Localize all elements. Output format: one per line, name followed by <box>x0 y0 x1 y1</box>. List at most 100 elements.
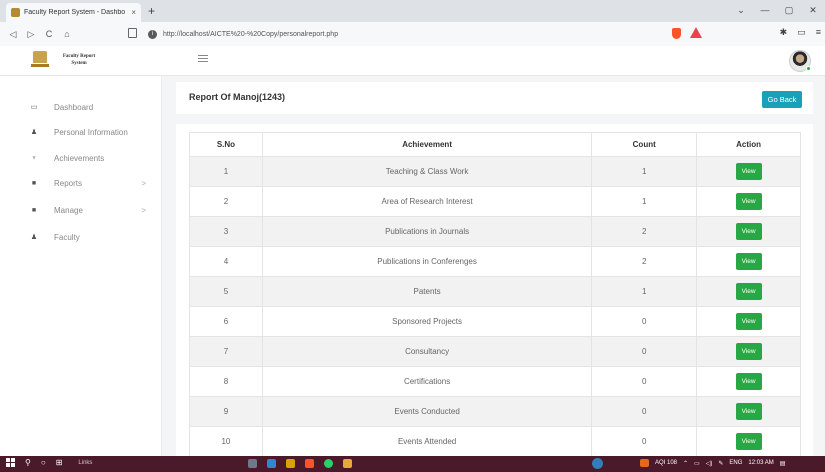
cell-achievement: Publications in Conferenges <box>261 246 593 277</box>
column-header-count: Count <box>591 132 698 157</box>
online-status-icon <box>806 66 811 71</box>
cell-action: View <box>696 426 801 457</box>
aqi-reading[interactable]: AQI 108 <box>655 460 677 466</box>
go-back-button[interactable]: Go Back <box>762 91 802 108</box>
chevron-right-icon: > <box>141 205 146 215</box>
cell-count: 2 <box>591 216 698 247</box>
menu-icon[interactable]: ≡ <box>816 27 821 38</box>
app-icon[interactable] <box>343 459 352 468</box>
rewards-icon[interactable] <box>690 27 702 38</box>
volume-icon[interactable]: ◁) <box>706 460 713 467</box>
table-row: 4 Publications in Conferenges 2 View <box>189 246 801 277</box>
clock[interactable]: 12:03 AM <box>748 460 773 466</box>
view-button[interactable]: View <box>735 403 762 420</box>
cell-achievement: Events Attended <box>261 426 593 457</box>
cortana-icon[interactable]: ○ <box>41 458 46 467</box>
language-indicator[interactable]: ENG <box>729 460 742 466</box>
cell-sno: 6 <box>189 306 263 337</box>
whatsapp-icon[interactable] <box>324 459 333 468</box>
reload-button[interactable]: C <box>40 29 58 39</box>
cell-achievement: Events Conducted <box>261 396 593 427</box>
sidebar-item-manage[interactable]: ■ Manage > <box>30 203 156 217</box>
view-button[interactable]: View <box>735 343 762 360</box>
folder-icon[interactable] <box>286 459 295 468</box>
sidebar-item-reports[interactable]: ■ Reports > <box>30 176 156 190</box>
achievements-table: S.No Achievement Count Action 1 Teaching… <box>189 132 801 457</box>
view-button[interactable]: View <box>735 373 762 390</box>
cell-achievement: Patents <box>261 276 593 307</box>
brand-name: Faculty Report System <box>62 54 96 66</box>
cell-action: View <box>696 336 801 367</box>
favicon-icon <box>11 8 20 17</box>
site-info-icon[interactable]: i <box>148 29 157 39</box>
view-button[interactable]: View <box>735 283 762 300</box>
search-icon[interactable]: ⚲ <box>25 458 31 467</box>
cell-count: 0 <box>591 366 698 397</box>
sidebar-item-label: Manage <box>54 205 83 215</box>
app-root: Faculty Report System ▭ Dashboard ♟ Pers… <box>0 46 825 464</box>
address-bar[interactable]: i http://localhost/AICTE%20-%20Copy/pers… <box>148 25 688 43</box>
cell-action: View <box>696 216 801 247</box>
notifications-icon[interactable]: ▤ <box>780 460 786 467</box>
close-window-button[interactable]: ✕ <box>801 0 825 20</box>
back-button[interactable]: ◁ <box>4 29 22 40</box>
view-button[interactable]: View <box>735 433 762 450</box>
tray-chevron-icon[interactable]: ⌃ <box>683 460 688 467</box>
maximize-button[interactable]: ▢ <box>777 0 801 20</box>
view-button[interactable]: View <box>735 163 762 180</box>
view-button[interactable]: View <box>735 253 762 270</box>
browser-navbar: ◁ ▷ C ⌂ i http://localhost/AICTE%20-%20C… <box>0 22 825 46</box>
view-button[interactable]: View <box>735 193 762 210</box>
extensions-icon[interactable]: ✱ <box>780 27 788 38</box>
column-header-action: Action <box>696 132 801 157</box>
windows-start-icon[interactable] <box>6 458 15 467</box>
sidebar-item-achievements[interactable]: ♆ Achievements <box>30 151 156 165</box>
task-view-icon[interactable]: ⊞ <box>56 458 63 467</box>
sidebar-item-label: Achievements <box>54 153 105 163</box>
cell-action: View <box>696 396 801 427</box>
browser-toolbar-right: ✱ ▭ ≡ <box>780 27 821 38</box>
tab-close-icon[interactable]: × <box>131 8 136 17</box>
cell-achievement: Area of Research Interest <box>261 186 593 217</box>
home-button[interactable]: ⌂ <box>58 29 76 39</box>
links-toolbar[interactable]: Links <box>78 460 92 466</box>
user-icon: ♟ <box>30 129 38 136</box>
report-header-card: Report Of Manoj(1243) Go Back <box>176 82 813 114</box>
sidebar-item-label: Personal Information <box>54 127 128 137</box>
trophy-icon: ♆ <box>31 154 37 162</box>
cell-achievement: Certifications <box>261 366 593 397</box>
network-icon[interactable]: ▭ <box>694 460 700 467</box>
user-icon: ♟ <box>30 234 38 241</box>
browser-globe-icon[interactable] <box>592 458 603 469</box>
cell-action: View <box>696 276 801 307</box>
cell-sno: 7 <box>189 336 263 367</box>
pen-icon[interactable]: ✎ <box>718 460 723 467</box>
hamburger-menu-icon[interactable] <box>198 55 208 64</box>
view-button[interactable]: View <box>735 313 762 330</box>
cell-action: View <box>696 246 801 277</box>
forward-button[interactable]: ▷ <box>22 29 40 40</box>
sidebar-item-faculty[interactable]: ♟ Faculty <box>30 230 156 244</box>
tab-search-icon[interactable]: ⌄ <box>729 0 753 20</box>
browser-tab[interactable]: Faculty Report System - Dashbo × <box>6 3 141 22</box>
browser-tabstrip: Faculty Report System - Dashbo × + ⌄ — ▢… <box>0 0 825 22</box>
sidebar-toggle-icon[interactable]: ▭ <box>797 27 806 38</box>
app-icon[interactable] <box>267 459 276 468</box>
table-row: 7 Consultancy 0 View <box>189 336 801 367</box>
view-button[interactable]: View <box>735 223 762 240</box>
brave-shield-icon[interactable] <box>672 28 681 39</box>
sidebar-item-personal-information[interactable]: ♟ Personal Information <box>30 125 156 139</box>
brave-browser-icon[interactable] <box>305 459 314 468</box>
url-text[interactable]: http://localhost/AICTE%20-%20Copy/person… <box>163 31 338 38</box>
cell-achievement: Teaching & Class Work <box>261 156 593 187</box>
cell-count: 0 <box>591 336 698 367</box>
app-icon[interactable] <box>248 459 257 468</box>
sidebar-item-dashboard[interactable]: ▭ Dashboard <box>30 100 156 114</box>
bookmark-icon[interactable] <box>128 28 137 38</box>
taskbar-apps <box>248 459 352 468</box>
cell-sno: 5 <box>189 276 263 307</box>
cell-achievement: Publications in Journals <box>261 216 593 247</box>
new-tab-button[interactable]: + <box>148 4 155 18</box>
user-avatar[interactable] <box>789 50 811 72</box>
minimize-button[interactable]: — <box>753 0 777 20</box>
